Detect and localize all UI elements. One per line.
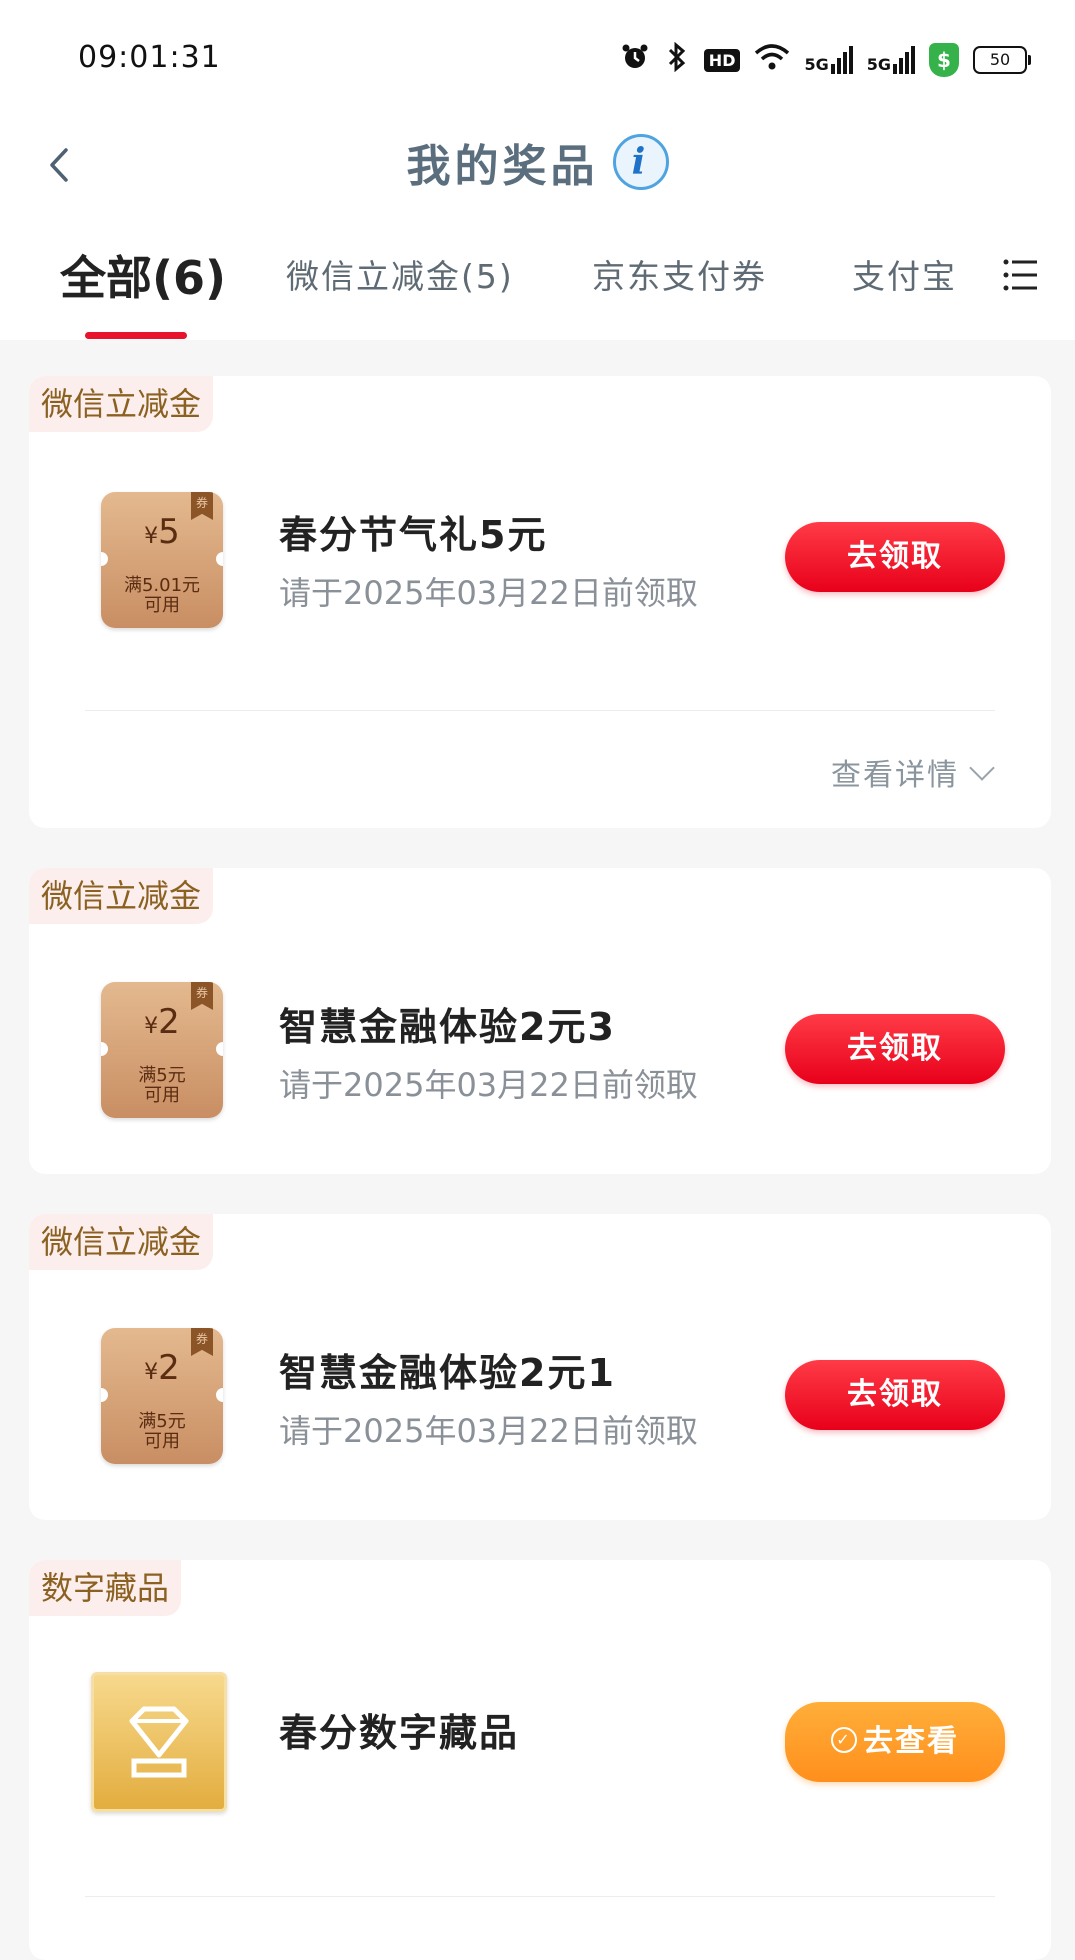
coupon-usable: 可用: [144, 595, 180, 616]
claim-button[interactable]: 去领取: [785, 522, 1005, 592]
hd-icon: HD: [703, 48, 741, 72]
status-time: 09:01:31: [78, 40, 221, 75]
prize-card: 微信立减金 券 ¥2 满5元 可用 智慧金融体验2元1 请于2025年03月22日…: [29, 1214, 1051, 1520]
coupon-usable: 可用: [144, 1085, 180, 1106]
status-bar: 09:01:31 HD 5G 5G $ 50: [0, 0, 1075, 110]
coupon-condition: 满5元: [138, 1411, 186, 1432]
prize-name: 智慧金融体验2元3: [279, 1005, 616, 1049]
network-type-label: 5G: [866, 55, 891, 74]
prize-card: 微信立减金 券 ¥5 满5.01元 可用 春分节气礼5元 请于2025年03月22…: [29, 376, 1051, 828]
prize-card: 数字藏品 春分数字藏品 ✓ 去查看: [29, 1560, 1051, 1960]
coupon-icon: 券 ¥5 满5.01元 可用: [101, 492, 223, 628]
coupon-condition: 满5.01元: [123, 575, 201, 596]
prize-name: 智慧金融体验2元1: [279, 1351, 616, 1395]
prize-card: 微信立减金 券 ¥2 满5元 可用 智慧金融体验2元3 请于2025年03月22日…: [29, 868, 1051, 1174]
prize-category-tag: 微信立减金: [29, 868, 214, 924]
page-title: 我的奖品: [406, 141, 599, 192]
divider: [85, 1896, 995, 1897]
claim-button[interactable]: 去领取: [785, 1360, 1005, 1430]
info-icon[interactable]: i: [612, 134, 669, 190]
prize-category-tag: 微信立减金: [29, 1214, 214, 1270]
coupon-amount: 2: [158, 1348, 180, 1388]
view-details-label: 查看详情: [831, 758, 959, 793]
alarm-icon: [620, 42, 650, 79]
network-type-label: 5G: [804, 55, 829, 74]
coupon-amount: 2: [158, 1002, 180, 1042]
tab-bar: 全部(6) 微信立减金(5) 京东支付券 支付宝: [0, 220, 1075, 340]
list-menu-icon[interactable]: [1003, 258, 1037, 292]
coupon-currency: ¥: [144, 524, 159, 549]
prize-category-tag: 微信立减金: [29, 376, 214, 432]
coupon-usable: 可用: [144, 1431, 180, 1452]
bluetooth-icon: [664, 41, 690, 79]
coupon-condition: 满5元: [138, 1065, 186, 1086]
header: 我的奖品 i: [0, 110, 1075, 220]
active-tab-indicator: [85, 332, 187, 339]
coupon-currency: ¥: [144, 1014, 159, 1039]
coupon-amount: 5: [158, 512, 180, 552]
prize-name: 春分节气礼5元: [279, 513, 548, 557]
coupon-icon: 券 ¥2 满5元 可用: [101, 982, 223, 1118]
coupon-currency: ¥: [144, 1360, 159, 1385]
prize-deadline: 请于2025年03月22日前领取: [279, 1412, 698, 1450]
signal-icon-1: 5G: [804, 46, 853, 74]
divider: [85, 710, 995, 711]
battery-icon: 50: [973, 46, 1031, 74]
chevron-down-icon: [969, 755, 995, 781]
security-shield-icon: $: [929, 43, 959, 77]
check-circle-icon: ✓: [831, 1726, 857, 1753]
view-button-label: 去查看: [863, 1724, 959, 1759]
view-button[interactable]: ✓ 去查看: [785, 1702, 1005, 1782]
prize-name: 春分数字藏品: [279, 1711, 520, 1755]
signal-icon-2: 5G: [867, 46, 915, 74]
prize-deadline: 请于2025年03月22日前领取: [279, 574, 698, 612]
tab-wechat-discount[interactable]: 微信立减金(5): [286, 250, 514, 298]
status-icons: HD 5G 5G $ 50: [620, 40, 1031, 80]
digital-collectible-icon: [91, 1672, 227, 1812]
tab-alipay[interactable]: 支付宝: [852, 250, 957, 298]
coupon-icon: 券 ¥2 满5元 可用: [101, 1328, 223, 1464]
tab-jd-pay-coupon[interactable]: 京东支付券: [592, 250, 767, 298]
tab-all[interactable]: 全部(6): [60, 242, 226, 308]
wifi-icon: [754, 43, 790, 78]
claim-button[interactable]: 去领取: [785, 1014, 1005, 1084]
prize-deadline: 请于2025年03月22日前领取: [279, 1066, 698, 1104]
view-details-toggle[interactable]: 查看详情: [831, 750, 995, 794]
prize-category-tag: 数字藏品: [29, 1560, 182, 1616]
